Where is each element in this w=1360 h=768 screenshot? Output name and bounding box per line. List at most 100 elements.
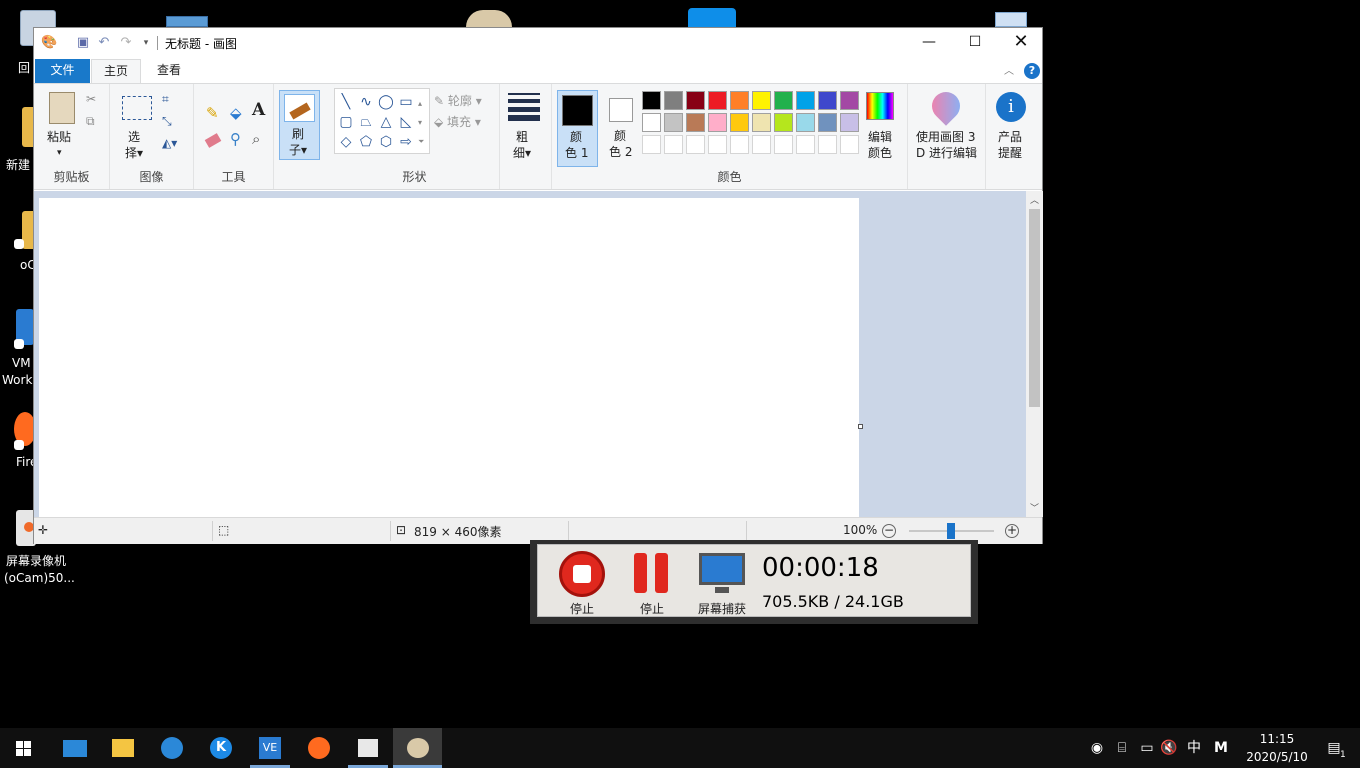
screen-capture-icon[interactable] — [699, 553, 745, 585]
sogou-taskbar-button[interactable] — [148, 728, 196, 768]
custom-color-slot[interactable] — [642, 135, 661, 154]
paint-taskbar-button[interactable] — [393, 728, 442, 768]
start-button[interactable] — [0, 728, 48, 768]
eraser-icon[interactable] — [204, 133, 222, 148]
paint3d-label-l1[interactable]: 使用画图 3 — [916, 129, 975, 145]
recycle-bin-icon[interactable]: 回 — [0, 8, 56, 78]
custom-color-slot[interactable] — [730, 135, 749, 154]
paste-icon[interactable] — [49, 92, 75, 124]
palette-color-swatch[interactable] — [686, 113, 705, 132]
tab-view[interactable]: 查看 — [144, 59, 194, 83]
pentagon-shape-icon[interactable]: ⬠ — [358, 134, 374, 150]
crop-icon[interactable]: ⌗ — [162, 92, 169, 107]
zoom-in-button[interactable]: + — [1005, 524, 1019, 538]
teamviewer-desktop-icon[interactable] — [688, 8, 736, 27]
record-tray-icon[interactable]: ◉ — [1089, 738, 1105, 758]
custom-color-slot[interactable] — [752, 135, 771, 154]
palette-color-swatch[interactable] — [686, 91, 705, 110]
fill-dropdown[interactable]: ⬙ 填充 ▾ — [434, 113, 481, 130]
palette-color-swatch[interactable] — [708, 91, 727, 110]
scroll-up-icon[interactable]: ︿ — [1030, 193, 1039, 206]
paint3d-icon[interactable] — [926, 86, 966, 126]
custom-color-slot[interactable] — [686, 135, 705, 154]
paste-dropdown-icon[interactable]: ▾ — [57, 145, 62, 161]
battery-tray-icon[interactable]: ▭ — [1138, 738, 1156, 758]
edit-colors-label-l1[interactable]: 编辑 — [868, 129, 892, 145]
kugou-taskbar-button[interactable]: K — [197, 728, 245, 768]
palette-color-swatch[interactable] — [774, 91, 793, 110]
palette-color-swatch[interactable] — [752, 91, 771, 110]
undo-icon[interactable]: ↶ — [96, 35, 112, 51]
paint3d-label-l2[interactable]: D 进行编辑 — [916, 145, 977, 161]
triangle-shape-icon[interactable]: △ — [378, 114, 394, 130]
custom-color-slot[interactable] — [774, 135, 793, 154]
custom-color-slot[interactable] — [708, 135, 727, 154]
color-picker-icon[interactable]: ⚲ — [230, 130, 241, 148]
palette-color-swatch[interactable] — [730, 113, 749, 132]
desktop-partial-icon[interactable] — [166, 16, 208, 27]
explorer-taskbar-button[interactable] — [99, 728, 147, 768]
select-icon[interactable] — [122, 96, 152, 120]
custom-color-slot[interactable] — [664, 135, 683, 154]
color2-button[interactable]: 颜 色 2 — [602, 90, 643, 167]
shapes-scroll-icon[interactable]: ▴ ▾ ⏷ — [418, 94, 424, 151]
mail-taskbar-button[interactable] — [51, 728, 99, 768]
text-icon[interactable]: A — [252, 100, 265, 120]
curve-shape-icon[interactable]: ∿ — [358, 94, 374, 110]
select-button-l2[interactable]: 择▾ — [125, 145, 143, 161]
copy-icon[interactable]: ⧉ — [86, 114, 95, 129]
palette-color-swatch[interactable] — [730, 91, 749, 110]
vmware-taskbar-button[interactable]: VE — [246, 728, 294, 768]
select-button-l1[interactable]: 选 — [128, 129, 140, 145]
vertical-scrollbar[interactable]: ︿ ﹀ — [1026, 191, 1043, 517]
rotate-icon[interactable]: ◭▾ — [162, 136, 177, 150]
tab-file[interactable]: 文件 — [35, 59, 90, 83]
desktop-partial-icon-right[interactable] — [995, 12, 1027, 27]
info-icon[interactable]: i — [996, 92, 1026, 122]
custom-color-slot[interactable] — [840, 135, 859, 154]
hexagon-shape-icon[interactable]: ⬡ — [378, 134, 394, 150]
zoom-slider-thumb[interactable] — [947, 523, 955, 539]
ime-mode-indicator[interactable]: M — [1212, 738, 1230, 758]
minimize-button[interactable]: — — [906, 28, 952, 58]
firefox-taskbar-button[interactable] — [295, 728, 343, 768]
customize-toolbar-chevron-icon[interactable]: ▾ — [138, 35, 154, 51]
network-tray-icon[interactable]: ⌸ — [1113, 738, 1131, 758]
stop-label[interactable]: 停止 — [570, 601, 594, 617]
oval-shape-icon[interactable]: ◯ — [378, 94, 394, 110]
pause-icon[interactable] — [634, 553, 647, 593]
outline-dropdown[interactable]: ✎ 轮廓 ▾ — [434, 92, 482, 109]
ocam-taskbar-button[interactable] — [344, 728, 392, 768]
palette-color-swatch[interactable] — [818, 113, 837, 132]
palette-color-swatch[interactable] — [642, 113, 661, 132]
close-button[interactable]: ✕ — [998, 28, 1044, 58]
help-icon[interactable]: ? — [1024, 63, 1040, 79]
palette-color-swatch[interactable] — [840, 113, 859, 132]
palette-color-swatch[interactable] — [664, 113, 683, 132]
palette-color-swatch[interactable] — [774, 113, 793, 132]
rectangle-shape-icon[interactable]: ▭ — [398, 94, 414, 110]
pause-bar[interactable] — [655, 553, 668, 593]
magnifier-icon[interactable]: ⌕ — [252, 130, 260, 148]
palette-color-swatch[interactable] — [642, 91, 661, 110]
collapse-ribbon-icon[interactable]: ︿ — [1004, 62, 1014, 77]
fill-icon[interactable]: ⬙ — [230, 104, 242, 122]
pause-label[interactable]: 停止 — [640, 601, 664, 617]
palette-color-swatch[interactable] — [752, 113, 771, 132]
palette-color-swatch[interactable] — [708, 113, 727, 132]
right-arrow-shape-icon[interactable]: ⇨ — [398, 134, 414, 150]
paste-button[interactable]: 粘贴 — [47, 129, 71, 145]
palette-color-swatch[interactable] — [796, 113, 815, 132]
polygon-shape-icon[interactable]: ⏢ — [358, 114, 374, 130]
tab-home[interactable]: 主页 — [91, 59, 141, 84]
size-icon[interactable] — [508, 93, 540, 95]
firefox-icon[interactable]: Fire — [0, 408, 37, 478]
color1-button[interactable]: 颜 色 1 — [557, 90, 598, 167]
title-bar[interactable]: 🎨 ▣ ↶ ↷ ▾ 无标题 - 画图 — ☐ ✕ — [34, 28, 1042, 58]
line-shape-icon[interactable]: ╲ — [338, 94, 354, 110]
save-icon[interactable]: ▣ — [75, 35, 91, 51]
palette-color-swatch[interactable] — [840, 91, 859, 110]
redo-icon[interactable]: ↷ — [118, 35, 134, 51]
paint-desktop-icon[interactable] — [466, 10, 512, 27]
rounded-rect-shape-icon[interactable]: ▢ — [338, 114, 354, 130]
